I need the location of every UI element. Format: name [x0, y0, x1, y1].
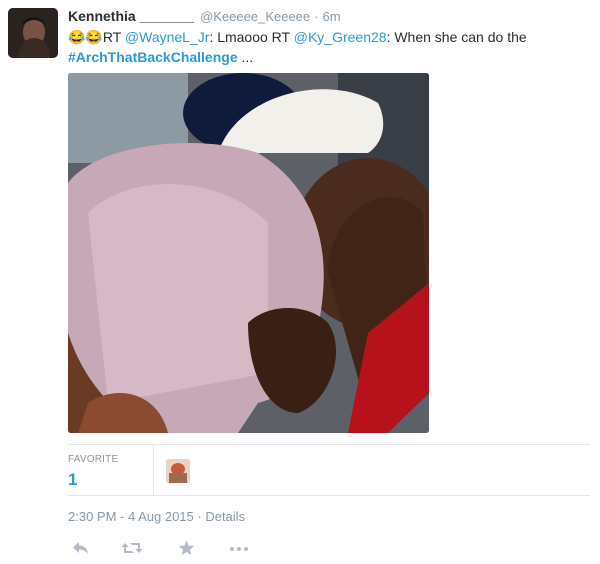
timestamp-text[interactable]: 2:30 PM - 4 Aug 2015 — [68, 509, 194, 524]
favorites-label: FAVORITE — [68, 454, 119, 465]
tweet-age[interactable]: 6m — [323, 9, 341, 24]
tweet-text: 😂😂RT @WayneL_Jr: Lmaooo RT @Ky_Green28: … — [68, 27, 588, 67]
details-link[interactable]: Details — [205, 509, 245, 524]
display-name[interactable]: Kennethia _______ — [68, 8, 194, 24]
text-mid: : Lmaooo RT — [209, 29, 294, 45]
tweet-photo[interactable] — [68, 73, 429, 433]
user-avatar[interactable] — [8, 8, 58, 58]
timestamp-sep: · — [193, 509, 206, 524]
more-icon[interactable] — [229, 540, 249, 561]
mention-ky[interactable]: @Ky_Green28 — [294, 29, 387, 45]
text-rt: RT — [102, 29, 125, 45]
stats-divider — [153, 445, 154, 495]
avatar-image — [8, 8, 58, 58]
text-ellipsis: ... — [237, 49, 254, 65]
favoriter-avatar[interactable] — [166, 459, 190, 483]
favorites-count[interactable]: 1 — [68, 470, 77, 490]
tweet-header: Kennethia _______ @Keeeee_Keeeee · 6m — [68, 7, 341, 26]
tweet-stats: FAVORITE 1 — [68, 444, 590, 496]
text-after: : When she can do the — [386, 29, 527, 45]
favorite-icon[interactable] — [178, 540, 195, 561]
reply-icon[interactable] — [72, 540, 90, 561]
photo-image — [68, 73, 429, 433]
handle[interactable]: @Keeeee_Keeeee — [200, 9, 310, 24]
mention-wayne[interactable]: @WayneL_Jr — [125, 29, 210, 45]
emoji: 😂😂 — [68, 29, 103, 45]
tweet-timestamp: 2:30 PM - 4 Aug 2015 · Details — [68, 509, 245, 524]
retweet-icon[interactable] — [121, 540, 143, 561]
meta-separator: · — [314, 9, 319, 24]
favoriter-avatar-image — [166, 459, 190, 483]
hashtag-link[interactable]: #ArchThatBackChallenge — [68, 49, 238, 65]
